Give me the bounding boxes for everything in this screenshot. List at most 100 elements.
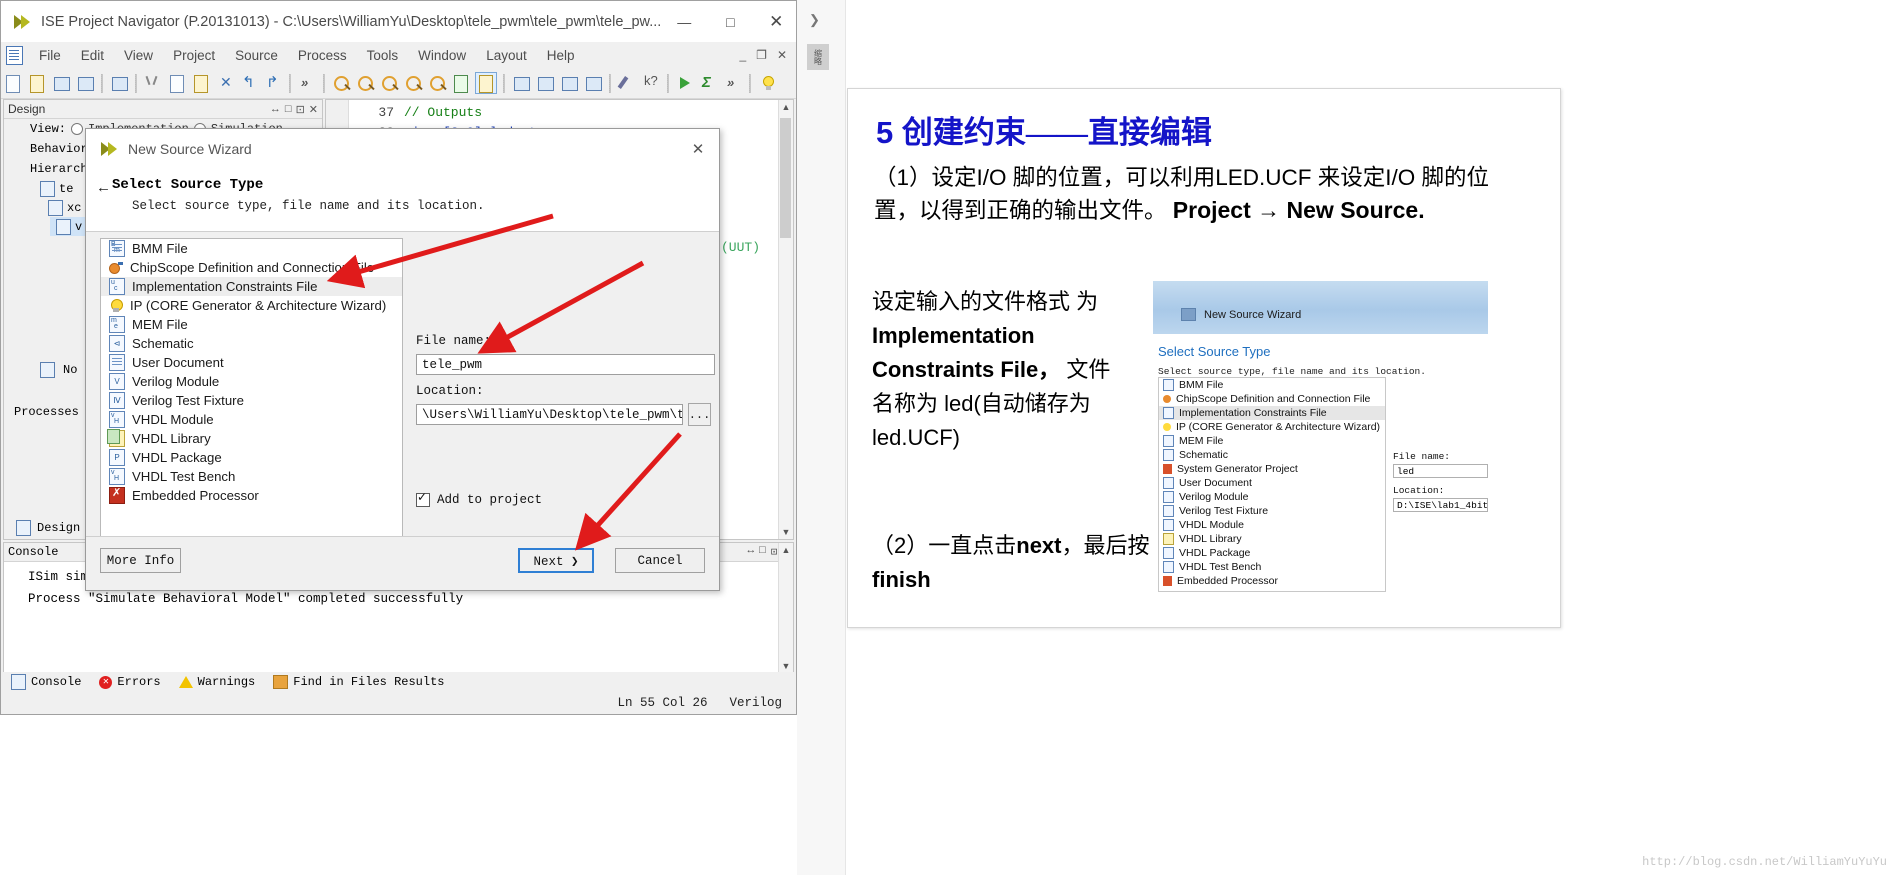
source-item-vhdl-library[interactable]: VHDL Library [101, 429, 402, 448]
minimize-button[interactable]: — [661, 1, 707, 42]
overflow-chevron-icon[interactable]: » [297, 73, 317, 93]
mdi-restore-button[interactable]: ❐ [751, 48, 772, 62]
source-item-user-document[interactable]: User Document [101, 353, 402, 372]
presentation-slide: 5 创建约束——直接编辑 （1）设定I/O 脚的位置，可以利用LED.UCF 来… [847, 88, 1561, 628]
source-item-vhdl-package[interactable]: P VHDL Package [101, 448, 402, 467]
save-icon[interactable] [51, 73, 71, 93]
source-item-embedded-processor[interactable]: Embedded Processor [101, 486, 402, 505]
tile-vertical-icon[interactable] [559, 73, 579, 93]
console-float-icon[interactable]: ↔ [748, 545, 755, 559]
console-vertical-scrollbar[interactable]: ▲ ▼ [778, 543, 793, 673]
source-item-mem-file[interactable]: me MEM File [101, 315, 402, 334]
cursor-position: Ln 55 Col 26 [617, 696, 708, 710]
maximize-button[interactable]: □ [707, 1, 753, 42]
scroll-down-icon[interactable]: ▼ [779, 525, 793, 539]
design-float-icon[interactable]: ↔ [270, 103, 281, 116]
source-item-vhdl-test-bench[interactable]: vH VHDL Test Bench [101, 467, 402, 486]
file-name-input[interactable]: tele_pwm [416, 354, 715, 375]
menu-layout[interactable]: Layout [476, 46, 537, 65]
tab-warnings[interactable]: Warnings [178, 675, 255, 689]
cut-icon[interactable] [143, 73, 163, 93]
view-implementation-radio[interactable] [71, 123, 84, 135]
cancel-button[interactable]: Cancel [615, 548, 705, 573]
mdi-minimize-button[interactable]: _ [734, 48, 751, 62]
menu-edit[interactable]: Edit [71, 46, 114, 65]
mdi-close-button[interactable]: ✕ [772, 48, 792, 62]
tab-errors[interactable]: ✕ Errors [99, 675, 161, 689]
add-to-project-row[interactable]: Add to project [416, 490, 542, 507]
source-item-schematic[interactable]: ⊲ Schematic [101, 334, 402, 353]
copy-icon[interactable] [167, 73, 187, 93]
chevron-right-icon[interactable]: ❯ [809, 12, 820, 28]
zoom-selection-icon[interactable] [403, 73, 423, 93]
menu-view[interactable]: View [114, 46, 163, 65]
paste-icon[interactable] [191, 73, 211, 93]
scroll-up-icon[interactable]: ▲ [779, 100, 793, 114]
zoom-in-icon[interactable] [331, 73, 351, 93]
menu-project[interactable]: Project [163, 46, 225, 65]
wizard-back-arrow-icon[interactable]: ← [96, 179, 111, 196]
overflow-chevron2-icon[interactable]: » [723, 73, 743, 93]
file-name-label: File name: [416, 334, 492, 348]
tile-cascade-icon[interactable] [511, 73, 531, 93]
menu-tools[interactable]: Tools [357, 46, 409, 65]
highlight-icon[interactable] [475, 72, 497, 94]
console-max-icon[interactable]: □ [759, 545, 766, 559]
source-item-verilog-test-fixture[interactable]: Ⅳ Verilog Test Fixture [101, 391, 402, 410]
design-dock-icon[interactable]: ⊡ [296, 103, 305, 116]
menu-file[interactable]: File [29, 46, 71, 65]
help-cursor-icon[interactable]: k? [641, 73, 661, 93]
menu-help[interactable]: Help [537, 46, 585, 65]
menu-window[interactable]: Window [408, 46, 476, 65]
browse-button[interactable]: ... [688, 403, 711, 426]
source-item-verilog-module[interactable]: V Verilog Module [101, 372, 402, 391]
tab-console[interactable]: Console [11, 674, 81, 690]
delete-icon[interactable]: ✕ [215, 73, 235, 93]
print-icon[interactable] [109, 73, 129, 93]
rail-thumbnail-icon[interactable]: 缩略 [807, 44, 829, 70]
arrange-icon[interactable] [583, 73, 603, 93]
source-item-bmm-file[interactable]: Bm BMM File [101, 239, 402, 258]
close-button[interactable]: ✕ [753, 1, 799, 42]
refresh-icon[interactable] [451, 73, 471, 93]
console-scroll-down-icon[interactable]: ▼ [779, 659, 793, 673]
design-close-icon[interactable]: ✕ [309, 103, 318, 116]
zoom-out-icon[interactable] [355, 73, 375, 93]
source-item-chipscope[interactable]: ChipScope Definition and Connection File [101, 258, 402, 277]
mini-item-schematic: Schematic [1159, 448, 1385, 462]
new-file-icon[interactable] [3, 73, 23, 93]
design-tab[interactable]: Design [10, 518, 80, 537]
editor-vertical-scrollbar[interactable]: ▲ ▼ [778, 100, 793, 539]
wizard-close-button[interactable]: ✕ [677, 140, 719, 158]
source-item-vhdl-module[interactable]: vH VHDL Module [101, 410, 402, 429]
scrollbar-thumb[interactable] [780, 118, 791, 238]
open-file-icon[interactable] [27, 73, 47, 93]
redo-icon[interactable]: ↱ [263, 73, 283, 93]
design-max-icon[interactable]: □ [285, 103, 292, 116]
sum-icon[interactable]: Σ [699, 73, 719, 93]
tab-find-in-files[interactable]: Find in Files Results [273, 675, 444, 689]
source-item-implementation-constraints-file[interactable]: uc Implementation Constraints File [101, 277, 402, 296]
tip-bulb-icon[interactable] [757, 73, 777, 93]
add-to-project-checkbox[interactable] [416, 490, 430, 507]
mini-location-input: D:\ISE\lab1_4bits [1393, 498, 1488, 512]
menu-process[interactable]: Process [288, 46, 357, 65]
console-scroll-up-icon[interactable]: ▲ [779, 543, 793, 557]
source-item-ip-core-generator[interactable]: IP (CORE Generator & Architecture Wizard… [101, 296, 402, 315]
tile-horizontal-icon[interactable] [535, 73, 555, 93]
next-button[interactable]: Next ❯ [518, 548, 594, 573]
console-dock-icon[interactable]: ⊡ [771, 545, 778, 559]
run-icon[interactable] [675, 73, 695, 93]
source-type-list[interactable]: Bm BMM File ChipScope Definition and Con… [100, 238, 403, 538]
more-info-button[interactable]: More Info [100, 548, 181, 573]
settings-wrench-icon[interactable] [617, 73, 637, 93]
menu-source[interactable]: Source [225, 46, 288, 65]
zoom-fit-icon[interactable] [379, 73, 399, 93]
slide-title-number: 5 [876, 115, 894, 150]
zoom-normal-icon[interactable] [427, 73, 447, 93]
slide-title-part2: 直接编辑 [1087, 115, 1212, 150]
mini-title-text: New Source Wizard [1204, 308, 1302, 321]
location-input[interactable]: \Users\WilliamYu\Desktop\tele_pwm\tele_p… [416, 404, 683, 425]
save-all-icon[interactable] [75, 73, 95, 93]
undo-icon[interactable]: ↰ [239, 73, 259, 93]
